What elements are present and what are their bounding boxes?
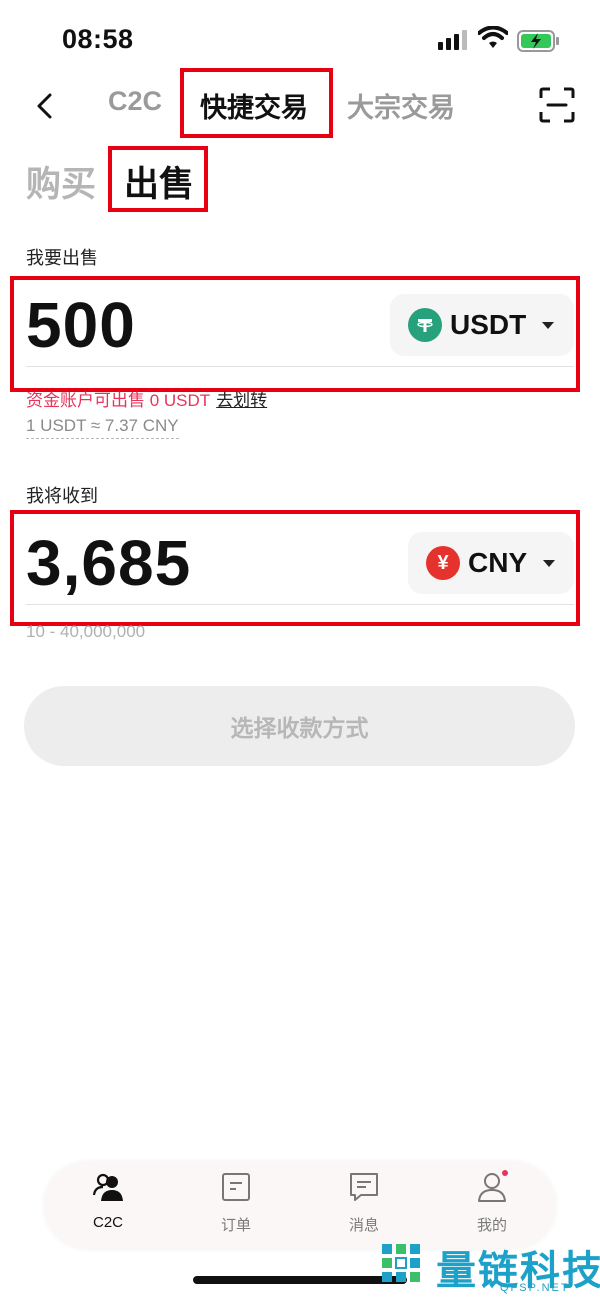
select-payment-method-button[interactable]: 选择收款方式 bbox=[24, 686, 575, 766]
receive-label: 我将收到 bbox=[26, 486, 98, 506]
message-icon bbox=[350, 1173, 378, 1201]
users-icon bbox=[92, 1173, 123, 1201]
cellular-signal-icon bbox=[438, 30, 467, 50]
sell-label: 我要出售 bbox=[26, 248, 98, 268]
nav-label: C2C bbox=[92, 1214, 123, 1231]
back-icon[interactable] bbox=[28, 88, 64, 124]
watermark-sub: QFSP.NET bbox=[500, 1282, 570, 1294]
scan-icon[interactable] bbox=[538, 86, 576, 124]
nav-item-c2c[interactable]: C2C bbox=[68, 1171, 148, 1231]
tab-block-trade[interactable]: 大宗交易 bbox=[347, 86, 455, 125]
profile-icon bbox=[478, 1170, 508, 1202]
home-indicator bbox=[193, 1276, 407, 1284]
watermark-logo-icon bbox=[382, 1244, 420, 1282]
transfer-link[interactable]: 去划转 bbox=[216, 391, 267, 410]
available-text: 资金账户可出售 0 USDT bbox=[26, 391, 211, 410]
amount-range: 10 - 40,000,000 bbox=[26, 622, 146, 641]
exchange-rate: 1 USDT ≈ 7.37 CNY bbox=[26, 416, 179, 439]
order-icon bbox=[222, 1173, 250, 1201]
nav-item-orders[interactable]: 订单 bbox=[196, 1171, 276, 1235]
tab-quick-trade[interactable]: 快捷交易 bbox=[200, 86, 308, 125]
highlight-box-receive-amount bbox=[10, 510, 580, 626]
tab-buy[interactable]: 购买 bbox=[26, 156, 96, 207]
tab-c2c[interactable]: C2C bbox=[108, 86, 162, 117]
nav-item-profile[interactable]: 我的 bbox=[452, 1170, 532, 1235]
available-balance: 资金账户可出售 0 USDT 去划转 bbox=[26, 386, 267, 411]
nav-item-messages[interactable]: 消息 bbox=[324, 1171, 404, 1235]
nav-label: 订单 bbox=[220, 1217, 251, 1234]
nav-label: 消息 bbox=[348, 1217, 379, 1234]
status-time: 08:58 bbox=[62, 24, 134, 54]
watermark: 量链科技 QFSP.NET bbox=[380, 1236, 600, 1298]
battery-charging-icon bbox=[517, 30, 559, 52]
wifi-icon bbox=[478, 26, 508, 48]
nav-label: 我的 bbox=[476, 1217, 507, 1234]
bottom-nav: C2C 订单 消息 我的 bbox=[44, 1161, 556, 1248]
tab-sell[interactable]: 出售 bbox=[124, 156, 194, 207]
highlight-box-sell-amount bbox=[10, 276, 580, 392]
